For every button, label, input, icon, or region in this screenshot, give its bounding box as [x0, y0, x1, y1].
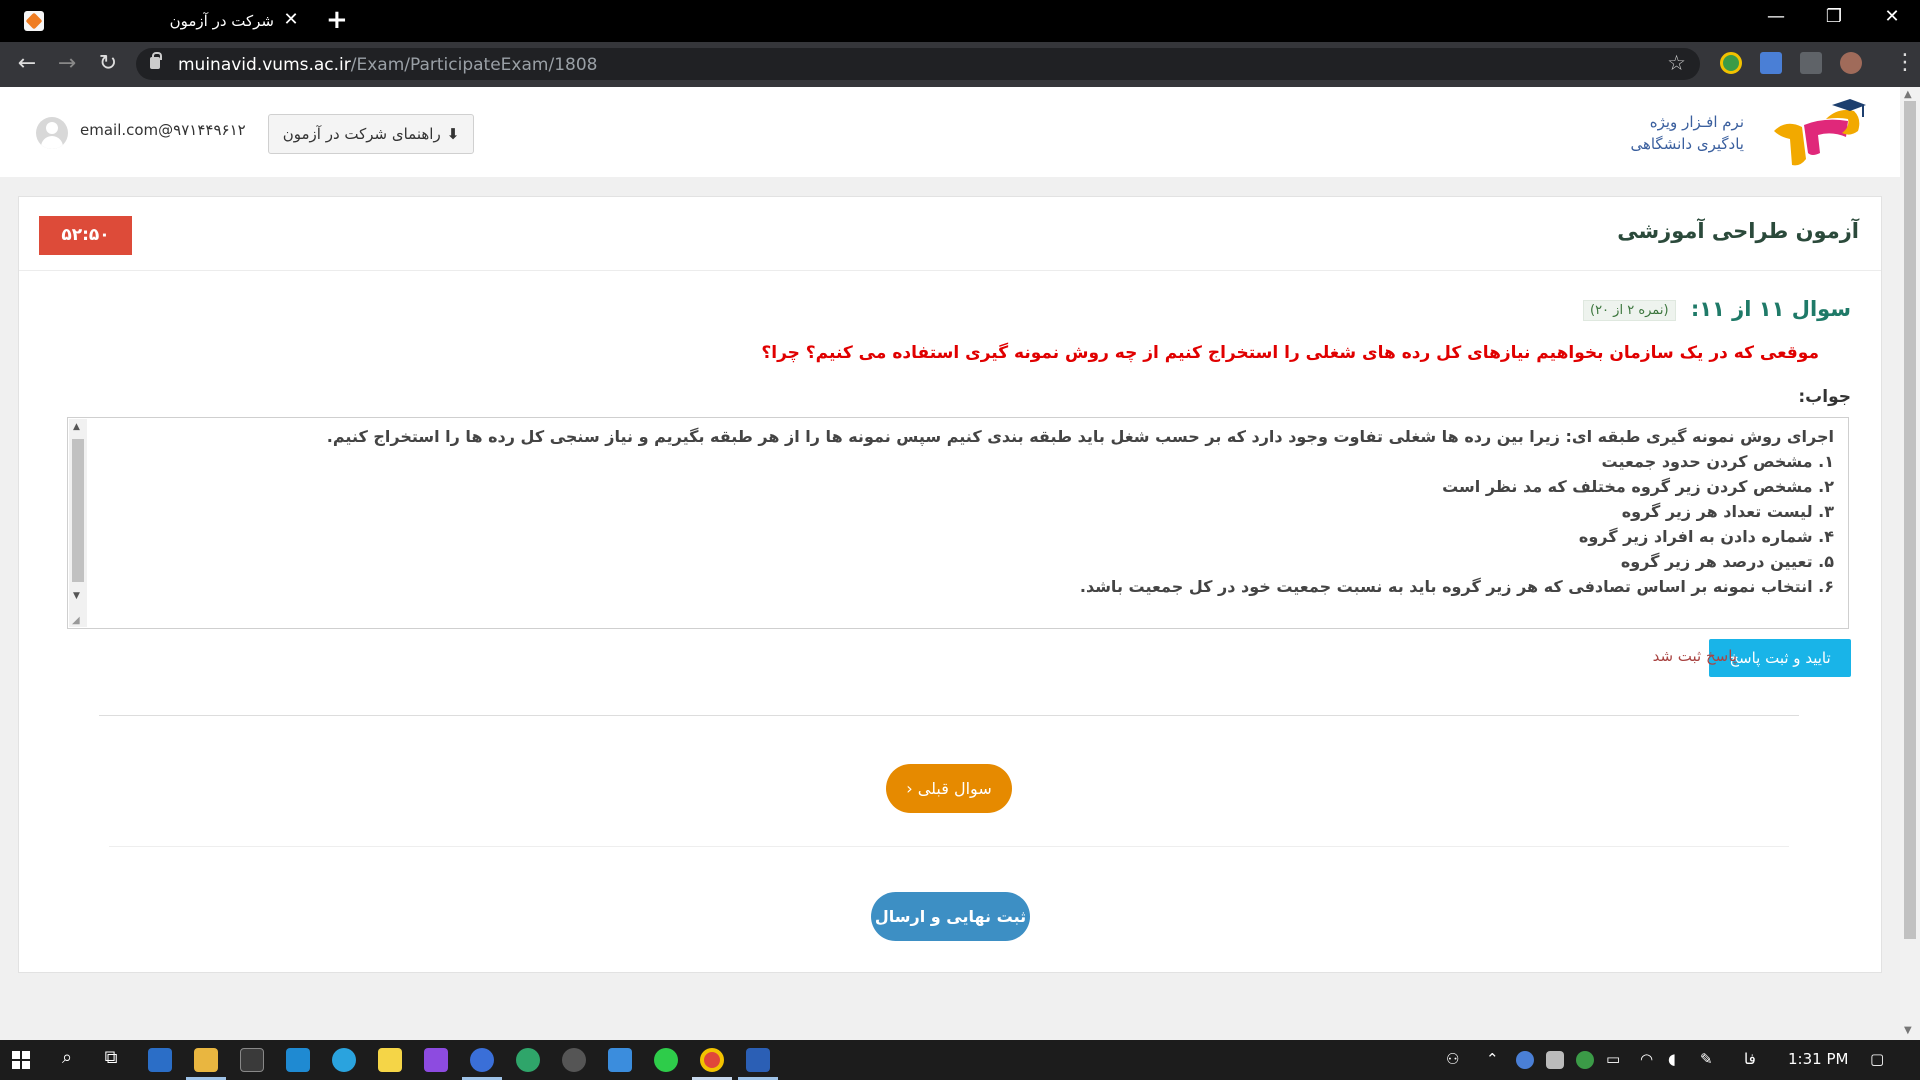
search-icon[interactable]: ⌕	[52, 1047, 82, 1068]
minimize-button[interactable]: —	[1756, 6, 1796, 27]
address-bar[interactable]: muinavid.vums.ac.ir/Exam/ParticipateExam…	[136, 48, 1700, 80]
steam-icon[interactable]	[1516, 1051, 1534, 1069]
answer-line: اجرای روش نمونه گیری طبقه ای: زیرا بین ر…	[326, 427, 1834, 446]
store-icon[interactable]	[148, 1048, 172, 1072]
resize-handle-icon[interactable]: ◢	[72, 615, 80, 626]
scroll-up-icon[interactable]: ▲	[1904, 89, 1912, 100]
browser-tab-bar: شرکت در آزمون ✕ + — ❐ ✕	[0, 0, 1920, 42]
answer-textarea[interactable]: اجرای روش نمونه گیری طبقه ای: زیرا بین ر…	[67, 417, 1849, 629]
site-favicon-icon	[24, 11, 44, 31]
previous-question-button[interactable]: سوال قبلی ‹	[886, 764, 1012, 813]
divider	[109, 846, 1789, 847]
taskbar: ⌕ ⧉ ⚇ ⌃ ▭ ◠ ◖ ✎ فا 1:31 PM ▢	[0, 1040, 1920, 1080]
answer-text[interactable]: اجرای روش نمونه گیری طبقه ای: زیرا بین ر…	[98, 424, 1834, 599]
profile-avatar-icon[interactable]	[1840, 52, 1862, 74]
chrome-icon[interactable]	[700, 1048, 724, 1072]
new-tab-button[interactable]: +	[326, 5, 348, 35]
answer-line: ۱. مشخص کردن حدود جمعیت	[1601, 452, 1834, 471]
divider	[99, 715, 1799, 716]
obs-icon[interactable]	[562, 1048, 586, 1072]
previous-question-label: سوال قبلی	[917, 779, 992, 798]
reload-button[interactable]: ↻	[93, 51, 123, 76]
browser-tab[interactable]: شرکت در آزمون ✕	[162, 0, 308, 42]
page-scroll-thumb[interactable]	[1904, 101, 1916, 939]
tab-title: شرکت در آزمون	[169, 12, 274, 30]
browser-menu-icon[interactable]: ⋮	[1894, 50, 1916, 75]
vpn-icon[interactable]	[1546, 1051, 1564, 1069]
translate-extension-icon[interactable]	[1760, 52, 1782, 74]
bookmark-star-icon[interactable]: ☆	[1667, 51, 1686, 75]
vscode-icon[interactable]	[286, 1048, 310, 1072]
url-host: muinavid.vums.ac.ir	[178, 55, 351, 75]
chevron-left-icon: ‹	[906, 779, 913, 798]
url-path: /Exam/ParticipateExam/1808	[350, 55, 598, 75]
restore-button[interactable]: ❐	[1814, 6, 1854, 27]
notifications-icon[interactable]: ▢	[1870, 1050, 1884, 1068]
download-icon: ⬇	[446, 125, 460, 143]
answer-line: ۵. تعیین درصد هر زیر گروه	[1620, 552, 1834, 571]
page: نرم افـزار ویژه یادگیری دانشگاهی email.c…	[0, 87, 1900, 1040]
close-window-button[interactable]: ✕	[1872, 6, 1912, 27]
battery-icon[interactable]: ▭	[1606, 1050, 1620, 1068]
page-scrollbar[interactable]: ▲ ▼	[1900, 87, 1920, 1040]
whatsapp-icon[interactable]	[654, 1048, 678, 1072]
telegram-icon[interactable]	[332, 1048, 356, 1072]
sticky-notes-icon[interactable]	[378, 1048, 402, 1072]
exam-guide-button[interactable]: ⬇ راهنمای شرکت در آزمون	[268, 114, 474, 154]
volume-icon[interactable]: ◖	[1668, 1050, 1676, 1068]
logo-text: نرم افـزار ویژه یادگیری دانشگاهی	[1484, 111, 1744, 155]
word-icon[interactable]	[746, 1048, 770, 1072]
question-grade-badge: (نمره ۲ از ۲۰)	[1583, 299, 1676, 321]
url-text: muinavid.vums.ac.ir/Exam/ParticipateExam…	[178, 55, 597, 75]
answer-scroll-thumb[interactable]	[72, 439, 84, 582]
question-heading: سوال ۱۱ از ۱۱: (نمره ۲ از ۲۰)	[1583, 297, 1851, 321]
browser-toolbar: ← → ↻ muinavid.vums.ac.ir/Exam/Participa…	[0, 42, 1920, 87]
twitch-icon[interactable]	[424, 1048, 448, 1072]
phone-app-icon[interactable]	[608, 1048, 632, 1072]
exam-timer: ۵۲:۵۰	[39, 216, 132, 255]
input-language[interactable]: فا	[1744, 1050, 1756, 1068]
terminal-icon[interactable]	[240, 1048, 264, 1072]
final-submit-button[interactable]: ثبت نهایی و ارسال	[871, 892, 1030, 941]
puzzle-extensions-icon[interactable]	[1800, 52, 1822, 74]
site-header: نرم افـزار ویژه یادگیری دانشگاهی email.c…	[0, 87, 1900, 177]
answer-line: ۶. انتخاب نمونه بر اساس تصادفی که هر زیر…	[1079, 577, 1834, 596]
logo-line-1: نرم افـزار ویژه	[1649, 113, 1744, 131]
answer-scrollbar[interactable]: ▲ ▼	[69, 419, 87, 627]
answer-line: ۲. مشخص کردن زیر گروه مختلف که مد نظر اس…	[1442, 477, 1834, 496]
question-text: موقعی که در یک سازمان بخواهیم نیازهای کل…	[761, 343, 1819, 363]
site-logo	[1774, 99, 1866, 166]
file-explorer-icon[interactable]	[194, 1048, 218, 1072]
extension-tray-icon[interactable]	[1576, 1051, 1594, 1069]
chevron-up-icon[interactable]: ⌃	[1486, 1050, 1499, 1068]
people-icon[interactable]: ⚇	[1446, 1050, 1459, 1068]
firefox-icon[interactable]	[470, 1048, 494, 1072]
exam-guide-label: راهنمای شرکت در آزمون	[282, 125, 441, 143]
question-number: سوال ۱۱ از ۱۱:	[1690, 297, 1851, 321]
answer-line: ۴. شماره دادن به افراد زیر گروه	[1578, 527, 1834, 546]
exam-card-header: آزمون طراحی آموزشی ۵۲:۵۰	[19, 197, 1881, 271]
back-button[interactable]: ←	[12, 51, 42, 76]
windows-start-icon[interactable]	[12, 1051, 30, 1069]
scroll-down-icon[interactable]: ▼	[1904, 1025, 1912, 1036]
logo-line-2: یادگیری دانشگاهی	[1630, 135, 1744, 153]
user-avatar[interactable]	[36, 117, 68, 149]
answer-saved-message: پاسخ ثبت شد	[1652, 647, 1737, 665]
clock[interactable]: 1:31 PM	[1788, 1050, 1848, 1068]
exam-card: آزمون طراحی آموزشی ۵۲:۵۰ سوال ۱۱ از ۱۱: …	[18, 196, 1882, 973]
lock-icon	[150, 52, 162, 69]
extension-icon[interactable]	[1720, 52, 1742, 74]
user-email: email.com@۹۷۱۴۴۹۶۱۲	[80, 121, 246, 139]
tab-close-icon[interactable]: ✕	[280, 9, 302, 30]
pen-icon[interactable]: ✎	[1700, 1050, 1713, 1068]
answer-line: ۳. لیست تعداد هر زیر گروه	[1621, 502, 1834, 521]
edge-icon[interactable]	[516, 1048, 540, 1072]
task-view-icon[interactable]: ⧉	[96, 1047, 126, 1068]
scroll-up-icon[interactable]: ▲	[73, 422, 80, 432]
scroll-down-icon[interactable]: ▼	[73, 591, 80, 601]
answer-label: جواب:	[1798, 387, 1851, 407]
wifi-icon[interactable]: ◠	[1640, 1050, 1653, 1068]
exam-title: آزمون طراحی آموزشی	[1617, 219, 1859, 243]
forward-button[interactable]: →	[52, 51, 82, 76]
